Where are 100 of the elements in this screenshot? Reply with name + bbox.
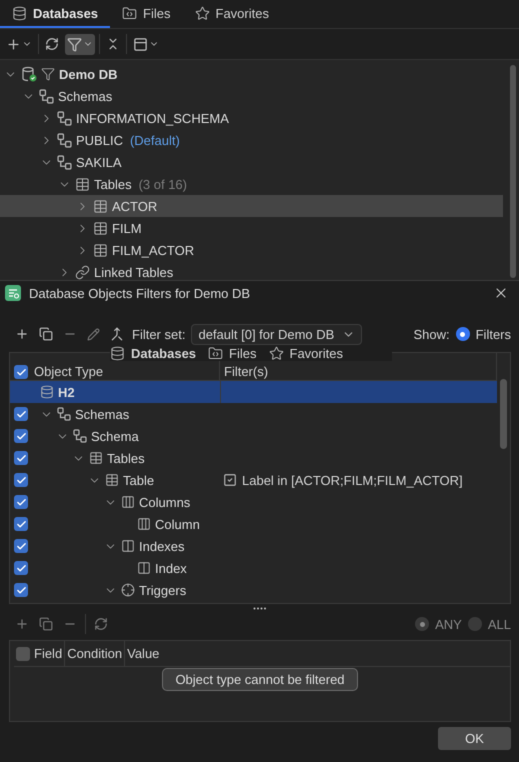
tab[interactable]: Databases [0,0,110,28]
tab[interactable]: Databases [110,345,208,361]
tree-item[interactable]: FILM_ACTOR [0,239,503,261]
tab[interactable]: Favorites [182,0,281,28]
filter-app-icon [5,285,21,301]
column-header: Object Type [34,364,104,379]
plus-icon [6,36,21,52]
check-icon [16,584,26,596]
tree-item[interactable]: PUBLIC (Default) [0,129,503,151]
dialog-title: Database Objects Filters for Demo DB [29,286,252,300]
tree-row[interactable]: Columns [10,491,497,513]
check-icon [16,430,26,442]
merge-icon [110,327,124,341]
ok-button[interactable]: OK [438,727,511,750]
filter-set-dropdown[interactable]: default [0] for Demo DB [191,324,362,344]
database-icon [12,6,27,20]
tree-item[interactable]: Tables (3 of 16) [0,173,503,195]
column-header: Filter(s) [224,364,268,379]
radio-label: ANY [435,616,462,632]
refresh-icon [94,617,108,631]
folder-icon [122,6,138,20]
filter-set-label: Filter set: [132,326,186,342]
pencil-icon [87,328,100,340]
plus-icon [15,327,29,341]
check-icon [16,518,26,530]
tree-row[interactable]: Index [10,557,497,579]
star-icon [268,346,284,360]
object-type: Triggers [139,582,186,598]
checkbox[interactable] [16,646,30,660]
filter-button[interactable] [65,34,95,54]
object-type: Table [123,472,154,488]
filter-icon [67,36,82,52]
schema-icon [57,132,72,148]
tree-row[interactable]: Triggers [10,579,497,601]
enabled-check-icon[interactable] [223,473,237,487]
database-connected-icon [21,66,37,82]
check-icon [16,452,26,464]
check-icon [16,562,26,574]
tree-item[interactable]: INFORMATION_SCHEMA [0,107,503,129]
database-icon [40,385,54,399]
tree-item[interactable]: FILM [0,217,503,239]
radio-button[interactable] [468,617,482,631]
checkbox[interactable] [14,429,28,443]
tree-item[interactable]: Schemas [0,85,503,107]
filter-text: Label in [ACTOR;FILM;FILM_ACTOR] [242,472,463,488]
checkbox[interactable] [14,407,28,421]
show-label: Show: [413,326,450,342]
column-header: Condition [65,641,126,667]
check-icon [16,540,26,552]
tree-row[interactable]: Column [10,513,497,535]
link-icon [75,264,90,280]
tree-item[interactable]: SAKILA [0,151,503,173]
scrollbar[interactable] [510,65,516,278]
checkbox[interactable] [14,365,28,379]
column-header: Value [125,641,162,667]
tab[interactable]: Files [110,0,182,28]
table-icon [105,473,119,487]
copy-icon [39,327,53,341]
scrollbar[interactable] [500,379,507,449]
schema-icon [57,110,72,126]
checkbox[interactable] [14,583,28,597]
object-type: Index [155,560,187,576]
object-type: Columns [139,494,190,510]
checkbox[interactable] [14,561,28,575]
trigger-icon [121,583,135,597]
tree-row[interactable]: H2 [10,381,497,403]
column-header: Field [32,641,66,667]
radio-label: Filters [476,326,511,342]
schema-icon [39,88,54,104]
database-icon [110,346,125,360]
tree-row[interactable]: Schema [10,425,497,447]
schema-icon [73,429,87,443]
copy-icon [39,617,53,631]
tree-row[interactable]: Table Label in [ACTOR;FILM;FILM_ACTOR] [10,469,497,491]
object-type: Column [155,516,200,532]
check-icon [16,474,26,486]
tree-item[interactable]: ACTOR [0,195,503,217]
checkbox[interactable] [14,539,28,553]
tab[interactable]: Favorites [268,345,355,361]
object-type: Schema [91,428,139,444]
tree-item[interactable]: Demo DB [0,63,503,85]
checkbox[interactable] [14,451,28,465]
tree-item[interactable]: Linked Tables [0,261,503,280]
checkbox[interactable] [14,517,28,531]
plus-icon [15,617,29,631]
schema-icon [57,154,72,170]
tree-row[interactable]: Indexes [10,535,497,557]
panel-icon [133,36,148,52]
splitter-handle-icon[interactable] [253,607,267,610]
tree-row[interactable]: Tables [10,447,497,469]
radio-button[interactable] [456,327,470,341]
tab[interactable]: Files [208,345,268,361]
refresh-icon [45,37,59,51]
tree-row[interactable]: Schemas [10,403,497,425]
star-icon [194,6,210,20]
radio-button[interactable] [415,617,430,631]
check-icon [16,496,26,508]
index-icon [121,539,135,553]
checkbox[interactable] [14,495,28,509]
checkbox[interactable] [14,473,28,487]
